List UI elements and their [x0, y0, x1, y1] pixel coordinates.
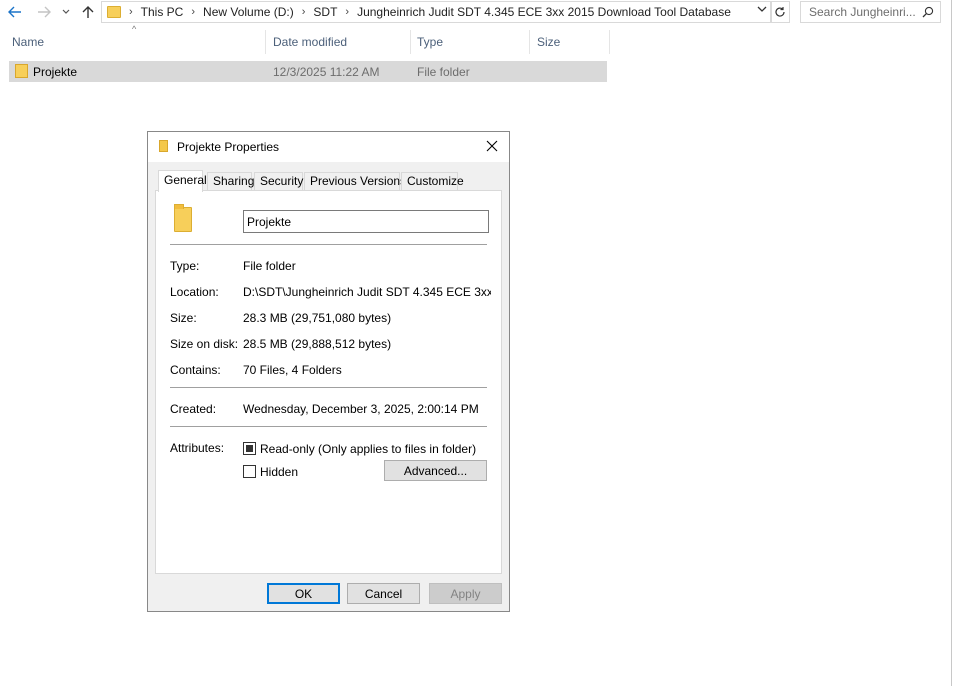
- dialog-titlebar[interactable]: Projekte Properties: [148, 132, 509, 162]
- column-header-name[interactable]: Name: [8, 30, 266, 54]
- location-label: Location:: [170, 285, 219, 299]
- type-value: File folder: [243, 259, 296, 273]
- back-arrow-icon[interactable]: [6, 3, 24, 21]
- apply-button[interactable]: Apply: [429, 583, 502, 604]
- tab-customize[interactable]: Customize: [401, 172, 464, 191]
- chevron-right-icon[interactable]: ›: [302, 6, 306, 18]
- contains-label: Contains:: [170, 363, 221, 377]
- window-edge-divider: [951, 0, 952, 686]
- divider: [170, 387, 487, 388]
- file-list-row[interactable]: Projekte 12/3/2025 11:22 AM File folder: [9, 61, 607, 82]
- ok-button[interactable]: OK: [267, 583, 340, 604]
- folder-icon: [107, 6, 121, 18]
- size-on-disk-value: 28.5 MB (29,888,512 bytes): [243, 337, 392, 351]
- advanced-button[interactable]: Advanced...: [384, 460, 487, 481]
- folder-icon: [174, 204, 192, 232]
- up-arrow-icon[interactable]: [80, 3, 96, 21]
- breadcrumb-this-pc[interactable]: This PC: [141, 5, 184, 19]
- breadcrumb-drive[interactable]: New Volume (D:): [203, 5, 294, 19]
- attributes-label: Attributes:: [170, 441, 225, 455]
- hidden-checkbox[interactable]: [243, 465, 256, 478]
- tab-general[interactable]: General: [158, 170, 207, 192]
- navigation-bar: › This PC › New Volume (D:) › SDT › Jung…: [0, 0, 954, 25]
- dialog-title: Projekte Properties: [177, 140, 280, 154]
- size-label: Size:: [170, 311, 197, 325]
- created-value: Wednesday, December 3, 2025, 2:00:14 PM: [243, 402, 479, 416]
- close-icon[interactable]: [483, 137, 501, 155]
- hidden-checkbox-label[interactable]: Hidden: [260, 465, 298, 479]
- breadcrumb-sdt[interactable]: SDT: [313, 5, 337, 19]
- general-tab-panel: Type: File folder Location: D:\SDT\Jungh…: [155, 190, 502, 574]
- refresh-icon[interactable]: [770, 1, 790, 23]
- divider: [170, 244, 487, 245]
- forward-arrow-icon[interactable]: [35, 3, 53, 21]
- cancel-button[interactable]: Cancel: [347, 583, 420, 604]
- address-bar[interactable]: › This PC › New Volume (D:) › SDT › Jung…: [101, 1, 772, 23]
- column-header-size[interactable]: Size: [533, 30, 610, 54]
- properties-dialog: Projekte Properties General Sharing Secu…: [147, 131, 510, 612]
- search-placeholder: Search Jungheinri...: [809, 5, 916, 19]
- column-header-type[interactable]: Type: [413, 30, 530, 54]
- file-type: File folder: [417, 65, 470, 79]
- tab-previous-versions[interactable]: Previous Versions: [304, 172, 406, 191]
- file-name: Projekte: [33, 65, 78, 79]
- search-input[interactable]: Search Jungheinri...: [800, 1, 941, 23]
- column-headers: Name Date modified Type Size: [0, 30, 610, 54]
- chevron-right-icon[interactable]: ›: [129, 6, 133, 18]
- folder-name-field[interactable]: [243, 210, 489, 233]
- chevron-right-icon[interactable]: ›: [345, 6, 349, 18]
- contains-value: 70 Files, 4 Folders: [243, 363, 342, 377]
- tab-sharing[interactable]: Sharing: [207, 172, 254, 191]
- size-on-disk-label: Size on disk:: [170, 337, 239, 351]
- search-icon[interactable]: [922, 6, 934, 18]
- size-value: 28.3 MB (29,751,080 bytes): [243, 311, 392, 325]
- breadcrumb-current-folder[interactable]: Jungheinrich Judit SDT 4.345 ECE 3xx 201…: [357, 5, 731, 19]
- folder-icon: [159, 140, 168, 152]
- column-header-date-modified[interactable]: Date modified: [269, 30, 411, 54]
- chevron-down-icon[interactable]: [757, 5, 767, 16]
- created-label: Created:: [170, 402, 217, 416]
- recent-locations-chevron-icon[interactable]: [60, 3, 72, 21]
- divider: [170, 426, 487, 427]
- folder-icon: [15, 64, 28, 78]
- tab-security[interactable]: Security: [254, 172, 303, 191]
- chevron-right-icon[interactable]: ›: [191, 6, 195, 18]
- location-value: D:\SDT\Jungheinrich Judit SDT 4.345 ECE …: [243, 285, 491, 299]
- type-label: Type:: [170, 259, 200, 273]
- readonly-checkbox-label[interactable]: Read-only (Only applies to files in fold…: [260, 442, 476, 456]
- readonly-checkbox[interactable]: [243, 442, 256, 455]
- file-date-modified: 12/3/2025 11:22 AM: [273, 65, 380, 79]
